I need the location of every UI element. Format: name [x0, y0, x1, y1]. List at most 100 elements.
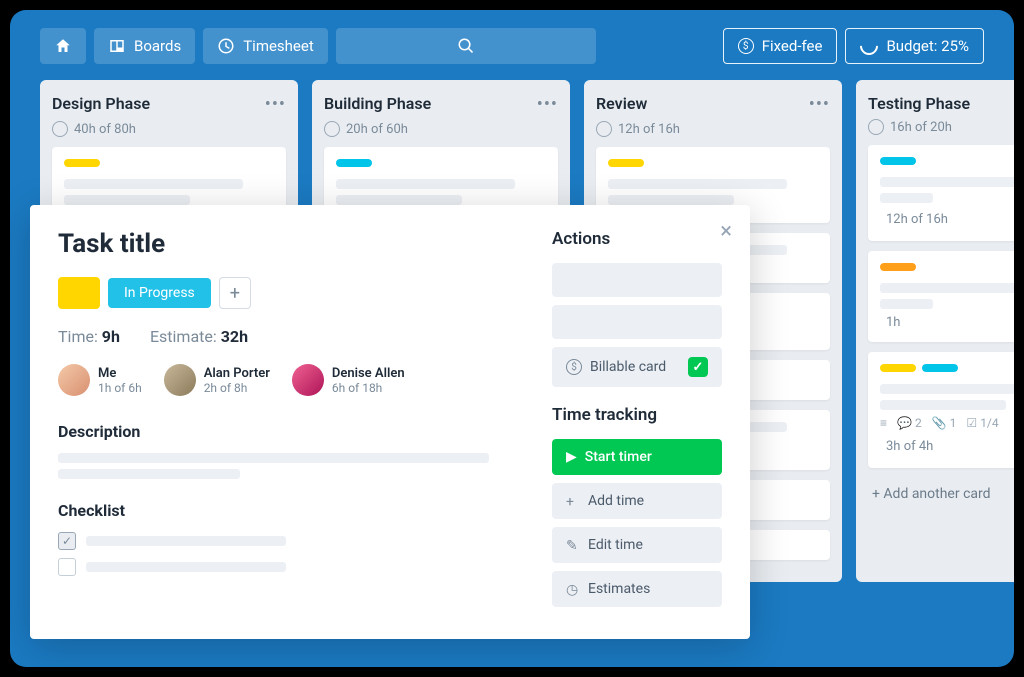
column-testing: Testing Phase 16h of 20h 12h of 16h 1h	[856, 80, 1014, 582]
label-orange	[880, 263, 916, 271]
skeleton-line	[880, 384, 1014, 394]
member[interactable]: Alan Porter2h of 8h	[164, 364, 270, 396]
budget-label: Budget: 25%	[886, 37, 969, 55]
checkbox-checked-icon[interactable]	[58, 532, 76, 550]
column-title: Design Phase	[52, 94, 150, 113]
action-placeholder[interactable]	[552, 305, 722, 339]
gauge-icon	[596, 121, 612, 137]
attachment-icon: 📎 1	[932, 416, 957, 430]
clock-icon: ◷	[566, 582, 580, 596]
gauge-icon	[868, 119, 884, 135]
column-title: Review	[596, 94, 647, 113]
label-cyan	[880, 157, 916, 165]
task-title: Task title	[58, 229, 512, 259]
skeleton-line	[86, 536, 286, 546]
budget-button[interactable]: Budget: 25%	[845, 28, 984, 64]
skeleton-line	[64, 195, 190, 205]
play-icon: ▶	[566, 449, 577, 465]
search-input[interactable]	[336, 28, 596, 64]
add-card-button[interactable]: + Add another card	[868, 478, 1014, 510]
timesheet-button[interactable]: Timesheet	[203, 28, 328, 64]
gauge-icon	[52, 121, 68, 137]
label-cyan	[922, 364, 958, 372]
card-time: 12h of 16h	[886, 212, 948, 227]
description-icon: ≡	[880, 416, 887, 430]
card-time: 3h of 4h	[886, 439, 933, 454]
skeleton-line	[58, 469, 240, 479]
time-label: Time:	[58, 327, 98, 346]
column-menu-icon[interactable]: •••	[265, 94, 286, 115]
add-label-button[interactable]: +	[219, 277, 251, 309]
estimate-label: Estimate:	[150, 327, 217, 346]
home-button[interactable]	[40, 28, 86, 64]
estimate-value: 32h	[221, 327, 248, 346]
skeleton-line	[880, 283, 1014, 293]
skeleton-line	[336, 179, 515, 189]
home-icon	[54, 37, 72, 55]
skeleton-line	[86, 562, 286, 572]
label-yellow	[64, 159, 100, 167]
skeleton-line	[608, 179, 787, 189]
check-icon	[688, 357, 708, 377]
edit-time-button[interactable]: ✎Edit time	[552, 527, 722, 563]
member[interactable]: Denise Allen6h of 18h	[292, 364, 405, 396]
column-menu-icon[interactable]: •••	[809, 94, 830, 115]
column-subtitle: 12h of 16h	[596, 121, 830, 137]
budget-arc-icon	[857, 33, 882, 58]
column-subtitle: 16h of 20h	[868, 119, 1014, 135]
close-button[interactable]: ×	[720, 219, 732, 244]
column-subtitle: 20h of 60h	[324, 121, 558, 137]
skeleton-line	[880, 299, 933, 309]
app-frame: Boards Timesheet $ Fixed-fee Budget: 25%…	[10, 10, 1014, 667]
add-time-button[interactable]: +Add time	[552, 483, 722, 519]
checklist-item[interactable]	[58, 558, 512, 576]
boards-label: Boards	[134, 37, 181, 55]
clock-icon	[217, 37, 235, 55]
checklist-heading: Checklist	[58, 501, 512, 520]
avatar	[58, 364, 90, 396]
action-placeholder[interactable]	[552, 263, 722, 297]
status-badge[interactable]: In Progress	[108, 278, 211, 308]
fixed-fee-label: Fixed-fee	[762, 37, 823, 55]
label-yellow	[608, 159, 644, 167]
checklist-item[interactable]	[58, 532, 512, 550]
avatar	[164, 364, 196, 396]
start-timer-button[interactable]: ▶Start timer	[552, 439, 722, 475]
task-modal: × Task title In Progress + Time: 9h Esti…	[30, 205, 750, 639]
boards-icon	[108, 37, 126, 55]
fixed-fee-button[interactable]: $ Fixed-fee	[723, 28, 838, 64]
dollar-icon: $	[566, 359, 582, 375]
topbar: Boards Timesheet $ Fixed-fee Budget: 25%	[10, 10, 1014, 80]
estimates-button[interactable]: ◷Estimates	[552, 571, 722, 607]
card-time: 1h	[886, 315, 900, 330]
column-menu-icon[interactable]: •••	[537, 94, 558, 115]
skeleton-line	[880, 177, 1014, 187]
gauge-icon	[324, 121, 340, 137]
card[interactable]: 1h	[868, 251, 1014, 342]
plus-icon: +	[566, 494, 580, 508]
label-cyan	[336, 159, 372, 167]
label-yellow[interactable]	[58, 277, 100, 309]
label-yellow	[880, 364, 916, 372]
search-icon	[457, 37, 475, 55]
skeleton-line	[608, 195, 734, 205]
timesheet-label: Timesheet	[243, 37, 314, 55]
skeleton-line	[64, 179, 243, 189]
member[interactable]: Me1h of 6h	[58, 364, 142, 396]
skeleton-line	[336, 195, 462, 205]
comments-icon: 💬 2	[897, 416, 922, 430]
checkbox-icon[interactable]	[58, 558, 76, 576]
members-list: Me1h of 6h Alan Porter2h of 8h Denise Al…	[58, 364, 512, 396]
boards-button[interactable]: Boards	[94, 28, 195, 64]
skeleton-line	[880, 193, 933, 203]
checklist-icon: ☑ 1/4	[966, 416, 998, 430]
actions-heading: Actions	[552, 229, 722, 249]
timetracking-heading: Time tracking	[552, 405, 722, 425]
dollar-icon: $	[738, 38, 754, 54]
card[interactable]: 12h of 16h	[868, 145, 1014, 241]
card[interactable]: ≡ 💬 2 📎 1 ☑ 1/4 3h of 4h	[868, 352, 1014, 468]
avatar	[292, 364, 324, 396]
column-title: Building Phase	[324, 94, 431, 113]
billable-toggle[interactable]: $ Billable card	[552, 347, 722, 387]
column-subtitle: 40h of 80h	[52, 121, 286, 137]
